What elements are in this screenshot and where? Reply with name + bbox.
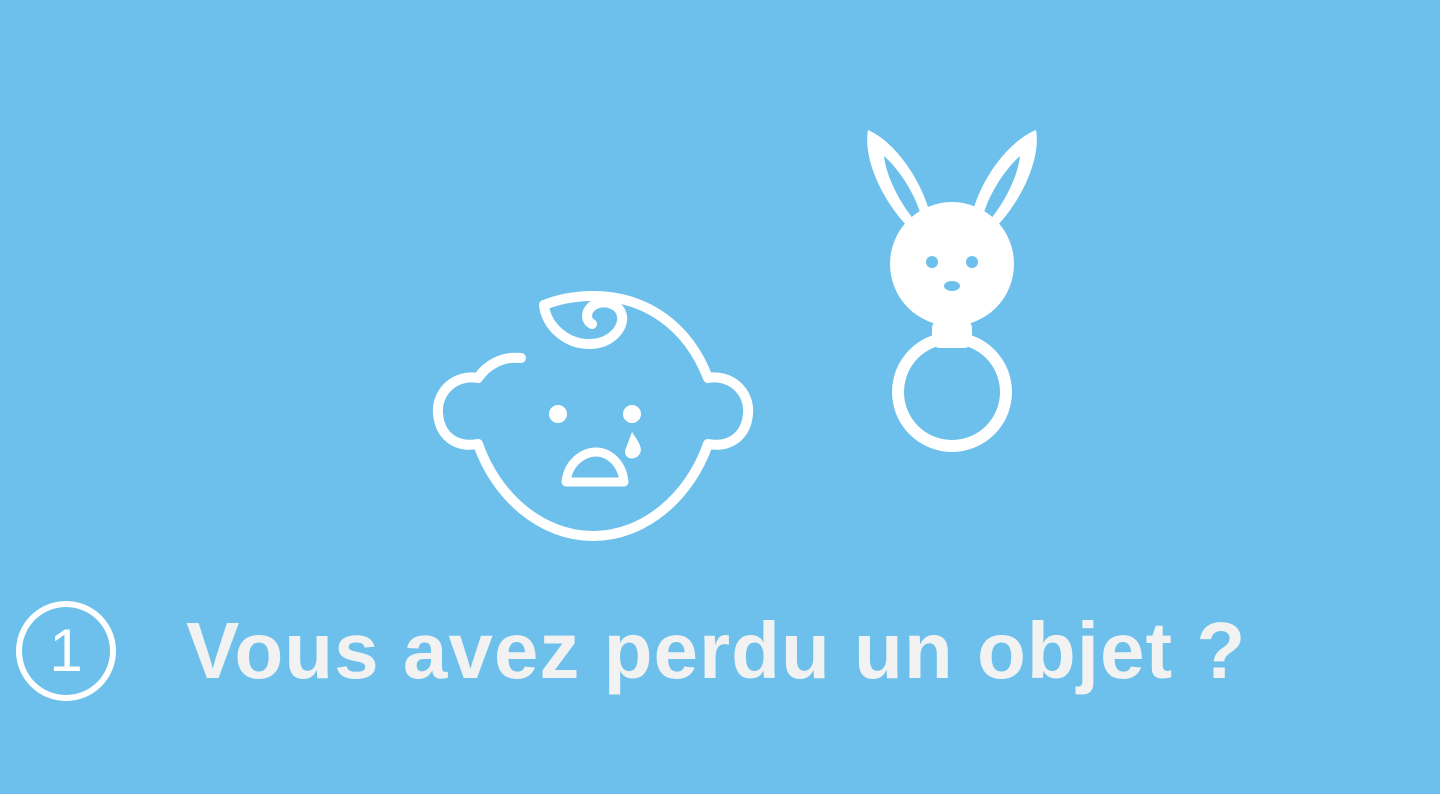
- step-number-badge: 1: [16, 601, 116, 701]
- bunny-rattle-icon: [867, 130, 1037, 452]
- step-heading: 1 Vous avez perdu un objet ?: [16, 596, 1246, 706]
- crying-baby-face-icon: [432, 291, 754, 541]
- step-number: 1: [49, 617, 83, 684]
- step-title: Vous avez perdu un objet ?: [186, 606, 1247, 695]
